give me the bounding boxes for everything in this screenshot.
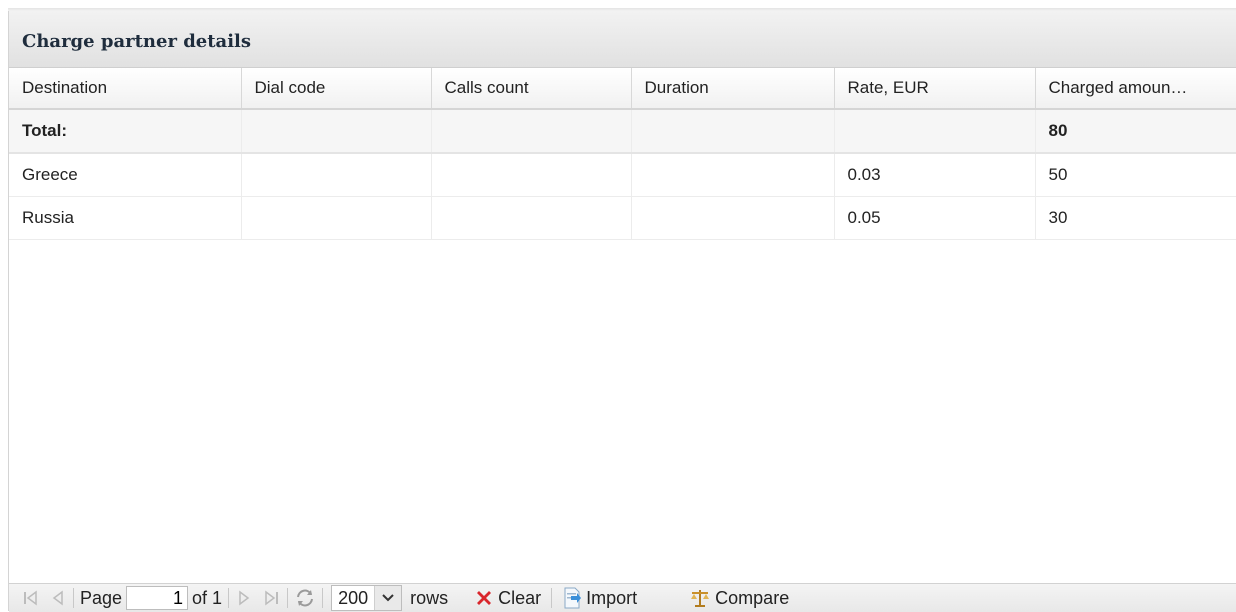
rows-label: rows (410, 587, 449, 608)
table-row[interactable]: Russia 0.05 30 (9, 196, 1236, 240)
panel-title: Charge partner details (9, 11, 1236, 68)
details-grid: Destination Dial code Calls count Durati… (9, 68, 1236, 240)
import-icon (564, 587, 582, 609)
refresh-icon[interactable] (294, 586, 316, 610)
toolbar-separator (551, 588, 553, 608)
compare-button[interactable]: Compare (689, 587, 789, 609)
column-header-dial-code[interactable]: Dial code (241, 68, 432, 110)
column-header-rate[interactable]: Rate, EUR (834, 68, 1036, 110)
table-cell (631, 196, 835, 240)
table-cell (431, 153, 632, 197)
table-row[interactable]: Greece 0.03 50 (9, 153, 1236, 197)
pager-toolbar: Page of 1 200 rows (9, 583, 1236, 612)
chevron-down-icon[interactable] (374, 586, 402, 610)
clear-label: Clear (498, 587, 542, 608)
prev-page-icon[interactable] (49, 586, 67, 610)
table-cell (241, 196, 432, 240)
total-row: Total: 80 (9, 109, 1236, 154)
table-cell (241, 109, 432, 154)
header-row: Destination Dial code Calls count Durati… (9, 68, 1236, 110)
toolbar-separator (322, 588, 324, 608)
compare-scales-icon (691, 590, 710, 607)
table-cell: 0.03 (834, 153, 1036, 197)
last-page-icon[interactable] (263, 586, 281, 610)
table-cell (431, 196, 632, 240)
rows-per-page-value: 200 (338, 587, 369, 608)
table-cell: Greece (9, 153, 242, 197)
column-header-calls-count[interactable]: Calls count (431, 68, 632, 110)
column-header-destination[interactable]: Destination (9, 68, 242, 110)
table-cell: Russia (9, 196, 242, 240)
column-header-charged-amount[interactable]: Charged amoun… (1035, 68, 1236, 110)
import-label: Import (586, 587, 638, 608)
table-cell (834, 109, 1036, 154)
table-cell (631, 109, 835, 154)
rows-per-page-select[interactable]: 200 (331, 585, 403, 611)
column-header-duration[interactable]: Duration (631, 68, 835, 110)
charge-partner-panel: Charge partner details Destination Dial … (8, 11, 1236, 612)
toolbar-separator (228, 588, 230, 608)
first-page-icon[interactable] (21, 586, 39, 610)
page-count-label: of 1 (192, 587, 223, 608)
total-charged-amount: 80 (1035, 109, 1236, 154)
clear-button[interactable]: Clear (474, 588, 541, 609)
toolbar-separator (287, 588, 289, 608)
table-cell (431, 109, 632, 154)
table-cell: 30 (1035, 196, 1236, 240)
table-cell: 50 (1035, 153, 1236, 197)
import-button[interactable]: Import (562, 587, 637, 609)
compare-label: Compare (715, 587, 790, 608)
table-cell (631, 153, 835, 197)
page-number-input[interactable] (126, 586, 189, 610)
page-label: Page (80, 587, 123, 608)
total-label: Total: (9, 109, 242, 154)
clear-x-icon (477, 591, 492, 605)
next-page-icon[interactable] (235, 586, 253, 610)
table-cell: 0.05 (834, 196, 1036, 240)
toolbar-separator (73, 588, 74, 608)
table-cell (241, 153, 432, 197)
